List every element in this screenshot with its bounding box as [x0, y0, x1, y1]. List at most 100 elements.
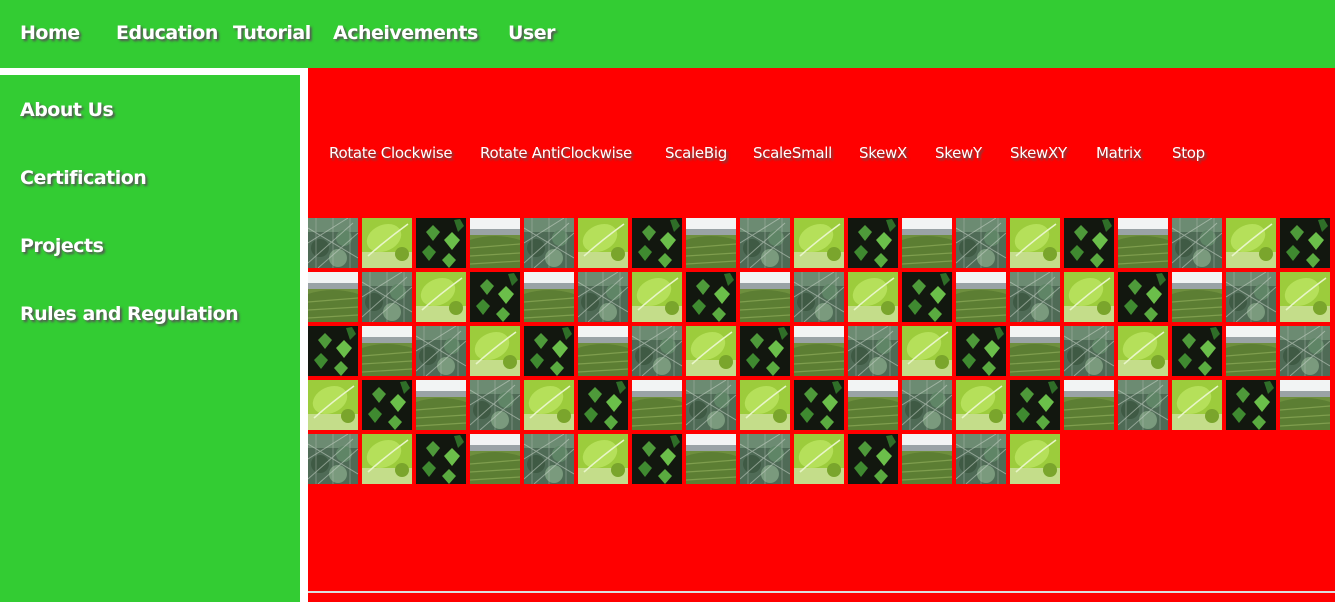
sidebar-item-certification[interactable]: Certification: [20, 167, 147, 189]
rotate-clockwise-button[interactable]: Rotate Clockwise: [329, 144, 453, 162]
gallery-thumbnail: [1172, 218, 1222, 268]
nav-achievements-link[interactable]: Acheivements: [333, 22, 478, 44]
gallery-thumbnail: [848, 218, 898, 268]
sidebar-item-rules-and-regulation[interactable]: Rules and Regulation: [20, 303, 239, 325]
gallery-thumbnail: [470, 326, 520, 376]
nav-tutorial-link[interactable]: Tutorial: [233, 22, 311, 44]
gallery-thumbnail: [1010, 380, 1060, 430]
gallery-thumbnail: [1172, 272, 1222, 322]
gallery-thumbnail: [956, 218, 1006, 268]
gallery-thumbnail: [1172, 326, 1222, 376]
gallery-thumbnail: [848, 434, 898, 484]
main-content-footer: [308, 593, 1335, 602]
sidebar-item-projects[interactable]: Projects: [20, 235, 104, 257]
matrix-button[interactable]: Matrix: [1096, 144, 1142, 162]
gallery-thumbnail: [632, 434, 682, 484]
gallery-thumbnail: [848, 272, 898, 322]
gallery-thumbnail: [686, 380, 736, 430]
gallery-thumbnail: [1280, 380, 1330, 430]
gallery-thumbnail: [416, 380, 466, 430]
gallery-thumbnail: [1010, 272, 1060, 322]
gallery-thumbnail: [1226, 326, 1276, 376]
gallery-thumbnail: [740, 218, 790, 268]
scale-big-button[interactable]: ScaleBig: [665, 144, 727, 162]
gallery-thumbnail: [956, 272, 1006, 322]
gallery-thumbnail: [362, 272, 412, 322]
gallery-thumbnail: [416, 434, 466, 484]
gallery-thumbnail: [578, 326, 628, 376]
gallery-thumbnail: [470, 380, 520, 430]
gallery-thumbnail: [902, 272, 952, 322]
gallery-thumbnail: [524, 218, 574, 268]
main-content: Rotate Clockwise Rotate AntiClockwise Sc…: [308, 68, 1335, 591]
gallery-thumbnail: [1226, 272, 1276, 322]
gallery-thumbnail: [1172, 380, 1222, 430]
gallery-thumbnail: [1064, 380, 1114, 430]
gallery-thumbnail: [848, 380, 898, 430]
image-gallery-grid: [308, 218, 1335, 488]
gallery-thumbnail: [470, 272, 520, 322]
stop-button[interactable]: Stop: [1172, 144, 1205, 162]
gallery-thumbnail: [740, 272, 790, 322]
gallery-thumbnail: [740, 326, 790, 376]
gallery-thumbnail: [1064, 218, 1114, 268]
gallery-thumbnail: [1064, 272, 1114, 322]
gallery-thumbnail: [794, 326, 844, 376]
gallery-thumbnail: [416, 218, 466, 268]
gallery-thumbnail: [686, 434, 736, 484]
gallery-thumbnail: [1010, 218, 1060, 268]
gallery-thumbnail: [1010, 326, 1060, 376]
gallery-thumbnail: [524, 326, 574, 376]
gallery-thumbnail: [740, 380, 790, 430]
gallery-thumbnail: [902, 218, 952, 268]
gallery-thumbnail: [362, 380, 412, 430]
gallery-thumbnail: [470, 434, 520, 484]
gallery-thumbnail: [632, 380, 682, 430]
gallery-thumbnail: [578, 380, 628, 430]
gallery-thumbnail: [578, 272, 628, 322]
rotate-anticlockwise-button[interactable]: Rotate AntiClockwise: [480, 144, 632, 162]
scale-small-button[interactable]: ScaleSmall: [753, 144, 832, 162]
nav-education-link[interactable]: Education: [116, 22, 218, 44]
gallery-thumbnail: [848, 326, 898, 376]
gallery-thumbnail: [524, 272, 574, 322]
gallery-thumbnail: [956, 434, 1006, 484]
gallery-thumbnail: [308, 434, 358, 484]
gallery-thumbnail: [956, 326, 1006, 376]
gallery-thumbnail: [632, 218, 682, 268]
sidebar-item-about-us[interactable]: About Us: [20, 99, 114, 121]
nav-home-link[interactable]: Home: [20, 22, 80, 44]
gallery-thumbnail: [956, 380, 1006, 430]
gallery-thumbnail: [686, 272, 736, 322]
gallery-thumbnail: [632, 272, 682, 322]
gallery-thumbnail: [308, 326, 358, 376]
gallery-thumbnail: [1064, 326, 1114, 376]
nav-user-link[interactable]: User: [508, 22, 556, 44]
gallery-thumbnail: [1280, 218, 1330, 268]
skew-xy-button[interactable]: SkewXY: [1010, 144, 1067, 162]
gallery-thumbnail: [740, 434, 790, 484]
gallery-thumbnail: [308, 272, 358, 322]
gallery-thumbnail: [578, 218, 628, 268]
gallery-thumbnail: [470, 218, 520, 268]
gallery-thumbnail: [524, 434, 574, 484]
gallery-thumbnail: [1118, 218, 1168, 268]
gallery-thumbnail: [686, 326, 736, 376]
gallery-thumbnail: [632, 326, 682, 376]
gallery-thumbnail: [1280, 272, 1330, 322]
top-navigation-bar: Home Education Tutorial Acheivements Use…: [0, 0, 1335, 68]
gallery-thumbnail: [416, 326, 466, 376]
gallery-thumbnail: [362, 434, 412, 484]
gallery-thumbnail: [902, 326, 952, 376]
gallery-thumbnail: [1226, 218, 1276, 268]
skew-y-button[interactable]: SkewY: [935, 144, 982, 162]
skew-x-button[interactable]: SkewX: [859, 144, 907, 162]
gallery-thumbnail: [1118, 272, 1168, 322]
gallery-thumbnail: [416, 272, 466, 322]
gallery-thumbnail: [578, 434, 628, 484]
gallery-thumbnail: [686, 218, 736, 268]
gallery-thumbnail: [1118, 380, 1168, 430]
gallery-thumbnail: [794, 380, 844, 430]
sidebar: About Us Certification Projects Rules an…: [0, 75, 300, 602]
gallery-thumbnail: [902, 434, 952, 484]
